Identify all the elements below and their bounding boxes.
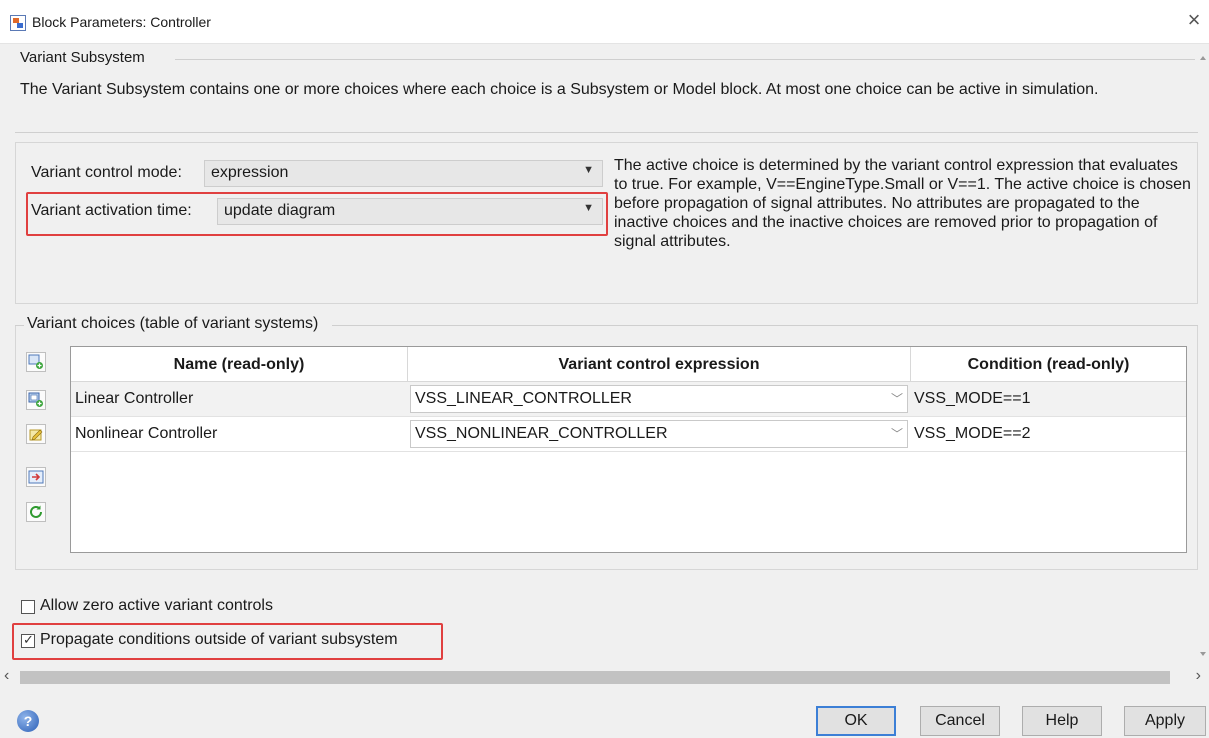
scroll-arrows-icon — [1200, 56, 1206, 656]
activation-help-text: The active choice is determined by the v… — [614, 157, 1191, 250]
propagate-conditions-checkbox[interactable]: ✓ — [21, 632, 35, 648]
scrollbar-thumb[interactable] — [20, 671, 1170, 684]
add-model-choice-icon — [28, 392, 43, 407]
open-block-icon — [28, 470, 44, 484]
group-border-right — [332, 325, 1198, 326]
expression-value: VSS_LINEAR_CONTROLLER — [415, 390, 632, 407]
expression-editor[interactable]: VSS_NONLINEAR_CONTROLLER ﹀ — [410, 420, 908, 448]
column-header-name[interactable]: Name (read-only) — [71, 347, 408, 382]
column-header-expression[interactable]: Variant control expression — [408, 347, 911, 382]
horizontal-scrollbar[interactable]: ‹ › — [0, 667, 1209, 689]
expression-value: VSS_NONLINEAR_CONTROLLER — [415, 425, 668, 442]
allow-zero-label: Allow zero active variant controls — [40, 597, 273, 614]
table-row[interactable]: Linear Controller VSS_LINEAR_CONTROLLER … — [71, 382, 1186, 417]
scroll-right-icon[interactable]: › — [1196, 667, 1201, 685]
window-title: Block Parameters: Controller — [32, 14, 211, 30]
allow-zero-checkbox[interactable] — [21, 600, 35, 614]
variant-choices-table: Name (read-only) Variant control express… — [70, 346, 1187, 553]
control-mode-label: Variant control mode: — [31, 164, 182, 181]
title-bar: Block Parameters: Controller × — [0, 0, 1209, 44]
cancel-button[interactable]: Cancel — [920, 706, 1000, 736]
close-icon[interactable]: × — [1183, 9, 1205, 31]
propagate-conditions-label: Propagate conditions outside of variant … — [40, 631, 398, 648]
chevron-down-icon[interactable]: ﹀ — [891, 421, 903, 447]
activation-time-dropdown[interactable]: update diagram ▼ — [217, 198, 603, 225]
add-model-choice-button[interactable] — [26, 390, 46, 410]
section-divider — [175, 59, 1195, 60]
dropdown-arrow-icon: ▼ — [583, 164, 594, 176]
variant-choices-label: Variant choices (table of variant system… — [27, 315, 319, 332]
activation-time-label: Variant activation time: — [31, 202, 192, 219]
help-icon[interactable]: ? — [17, 710, 39, 732]
table-row[interactable]: Nonlinear Controller VSS_NONLINEAR_CONTR… — [71, 417, 1186, 452]
column-header-condition[interactable]: Condition (read-only) — [911, 347, 1186, 382]
ok-button[interactable]: OK — [816, 706, 896, 736]
edit-choice-icon — [29, 429, 43, 441]
condition-value: VSS_MODE==1 — [914, 390, 1031, 407]
chevron-down-icon[interactable]: ﹀ — [891, 386, 903, 412]
activation-time-value: update diagram — [224, 202, 336, 219]
refresh-button[interactable] — [26, 502, 46, 522]
description-divider — [15, 132, 1198, 133]
control-mode-value: expression — [211, 164, 289, 181]
choice-name: Linear Controller — [75, 390, 194, 407]
add-subsystem-choice-button[interactable] — [26, 352, 46, 372]
refresh-icon — [30, 505, 42, 518]
checkmark-icon: ✓ — [23, 632, 34, 647]
condition-value: VSS_MODE==2 — [914, 425, 1031, 442]
block-icon — [10, 15, 26, 31]
edit-choice-button[interactable] — [26, 424, 46, 444]
choice-name: Nonlinear Controller — [75, 425, 218, 442]
control-mode-dropdown[interactable]: expression ▼ — [204, 160, 603, 187]
add-subsystem-choice-icon — [28, 354, 43, 369]
apply-button[interactable]: Apply — [1124, 706, 1206, 736]
group-border-left — [15, 325, 24, 326]
section-description: The Variant Subsystem contains one or mo… — [20, 81, 1099, 98]
help-button[interactable]: Help — [1022, 706, 1102, 736]
open-block-button[interactable] — [26, 467, 46, 487]
dropdown-arrow-icon: ▼ — [583, 202, 594, 214]
section-title: Variant Subsystem — [20, 49, 145, 66]
scroll-left-icon[interactable]: ‹ — [4, 667, 9, 685]
expression-editor[interactable]: VSS_LINEAR_CONTROLLER ﹀ — [410, 385, 908, 413]
vertical-scrollbar[interactable] — [1197, 44, 1209, 664]
